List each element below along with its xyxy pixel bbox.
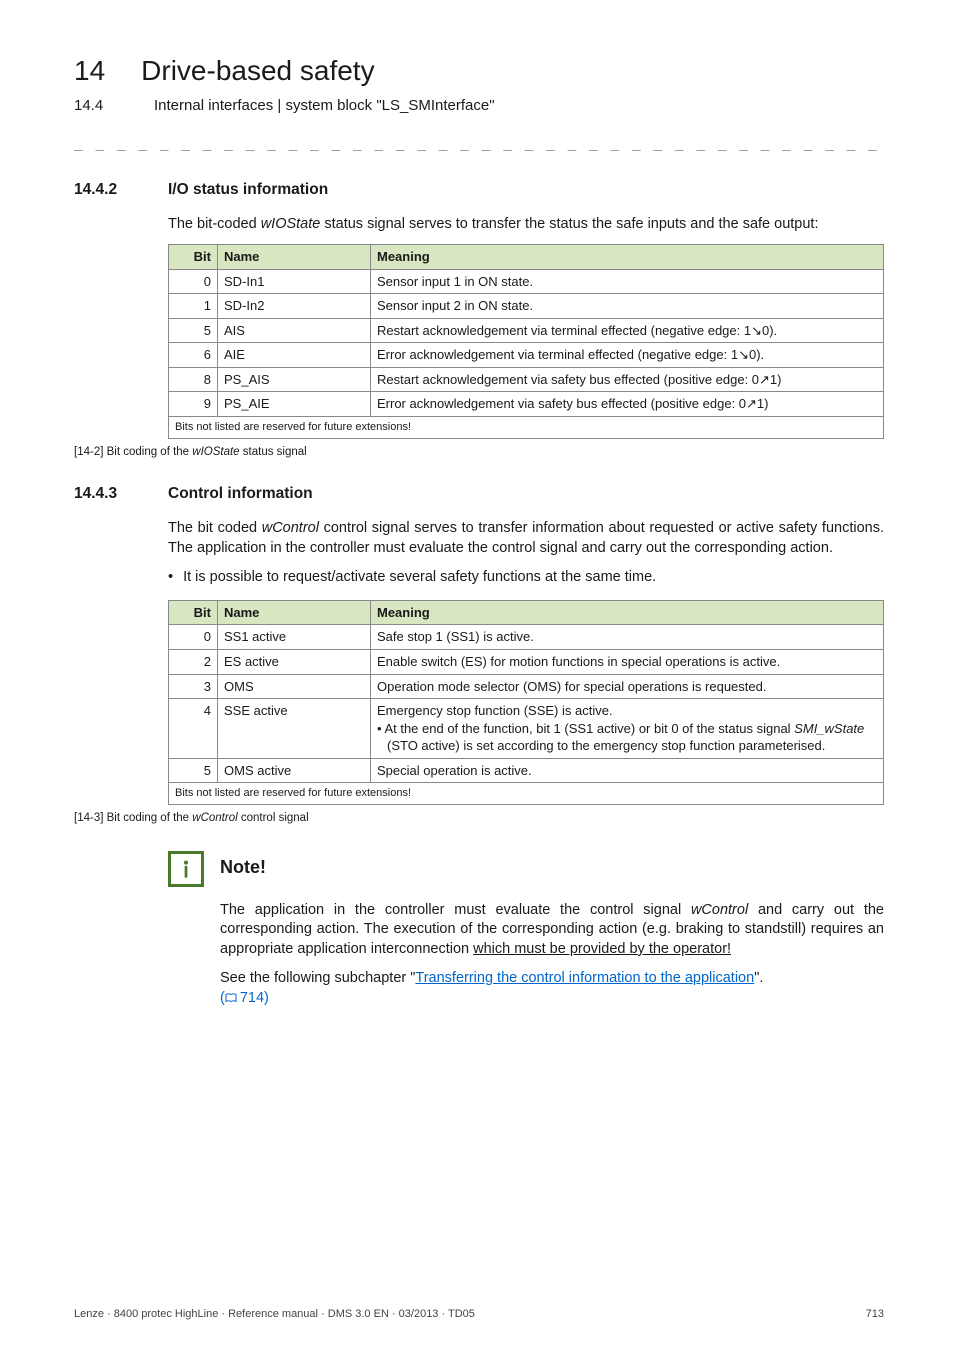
note-link[interactable]: Transferring the control information to … [415, 970, 754, 986]
note-header: Note! [168, 851, 884, 887]
footer-left: Lenze · 8400 protec HighLine · Reference… [74, 1307, 475, 1322]
col-name: Name [218, 245, 371, 270]
io-status-table: Bit Name Meaning 0SD-In1Sensor input 1 i… [168, 244, 884, 439]
table-row: 5AISRestart acknowledgement via terminal… [169, 318, 884, 343]
ctrl-bullet: •It is possible to request/activate seve… [168, 568, 884, 588]
info-icon [168, 851, 204, 887]
chapter-title: Drive-based safety [141, 52, 374, 90]
subchapter-header: 14.4 Internal interfaces | system block … [74, 96, 884, 116]
divider: _ _ _ _ _ _ _ _ _ _ _ _ _ _ _ _ _ _ _ _ … [74, 134, 884, 154]
chapter-header: 14 Drive-based safety [74, 52, 884, 90]
control-table: Bit Name Meaning 0SS1 activeSafe stop 1 … [168, 600, 884, 805]
col-meaning: Meaning [371, 600, 884, 625]
col-bit: Bit [169, 600, 218, 625]
table-row: 8PS_AISRestart acknowledgement via safet… [169, 367, 884, 392]
ctrl-caption: [14-3] Bit coding of the wControl contro… [74, 811, 884, 827]
subchapter-number: 14.4 [74, 96, 118, 116]
table-footnote: Bits not listed are reserved for future … [169, 783, 884, 805]
note-title: Note! [220, 855, 266, 879]
note-body: The application in the controller must e… [220, 901, 884, 1010]
io-paragraph: The bit-coded wIOState status signal ser… [168, 215, 884, 235]
section-title: I/O status information [168, 180, 328, 201]
table-row: 0SD-In1Sensor input 1 in ON state. [169, 269, 884, 294]
book-icon [225, 990, 237, 1010]
section-io-heading: 14.4.2 I/O status information [74, 180, 884, 201]
col-meaning: Meaning [371, 245, 884, 270]
section-number: 14.4.3 [74, 484, 134, 505]
bullet-icon: • [168, 568, 173, 588]
table-row: 6AIEError acknowledgement via terminal e… [169, 343, 884, 368]
io-caption: [14-2] Bit coding of the wIOState status… [74, 445, 884, 461]
table-row: 3OMSOperation mode selector (OMS) for sp… [169, 674, 884, 699]
subchapter-title: Internal interfaces | system block "LS_S… [154, 96, 495, 116]
col-name: Name [218, 600, 371, 625]
section-number: 14.4.2 [74, 180, 134, 201]
chapter-number: 14 [74, 52, 105, 90]
section-ctrl-heading: 14.4.3 Control information [74, 484, 884, 505]
table-row: 1SD-In2Sensor input 2 in ON state. [169, 294, 884, 319]
table-row: 4 SSE active Emergency stop function (SS… [169, 699, 884, 759]
ctrl-paragraph: The bit coded wControl control signal se… [168, 519, 884, 558]
section-title: Control information [168, 484, 313, 505]
page-reference[interactable]: (714) [220, 990, 269, 1006]
table-row: 2ES activeEnable switch (ES) for motion … [169, 649, 884, 674]
table-footnote: Bits not listed are reserved for future … [169, 416, 884, 438]
col-bit: Bit [169, 245, 218, 270]
table-row: 9PS_AIEError acknowledgement via safety … [169, 392, 884, 417]
page-footer: Lenze · 8400 protec HighLine · Reference… [74, 1307, 884, 1322]
table-row: 5OMS activeSpecial operation is active. [169, 758, 884, 783]
footer-right: 713 [866, 1307, 884, 1322]
table-row: 0SS1 activeSafe stop 1 (SS1) is active. [169, 625, 884, 650]
